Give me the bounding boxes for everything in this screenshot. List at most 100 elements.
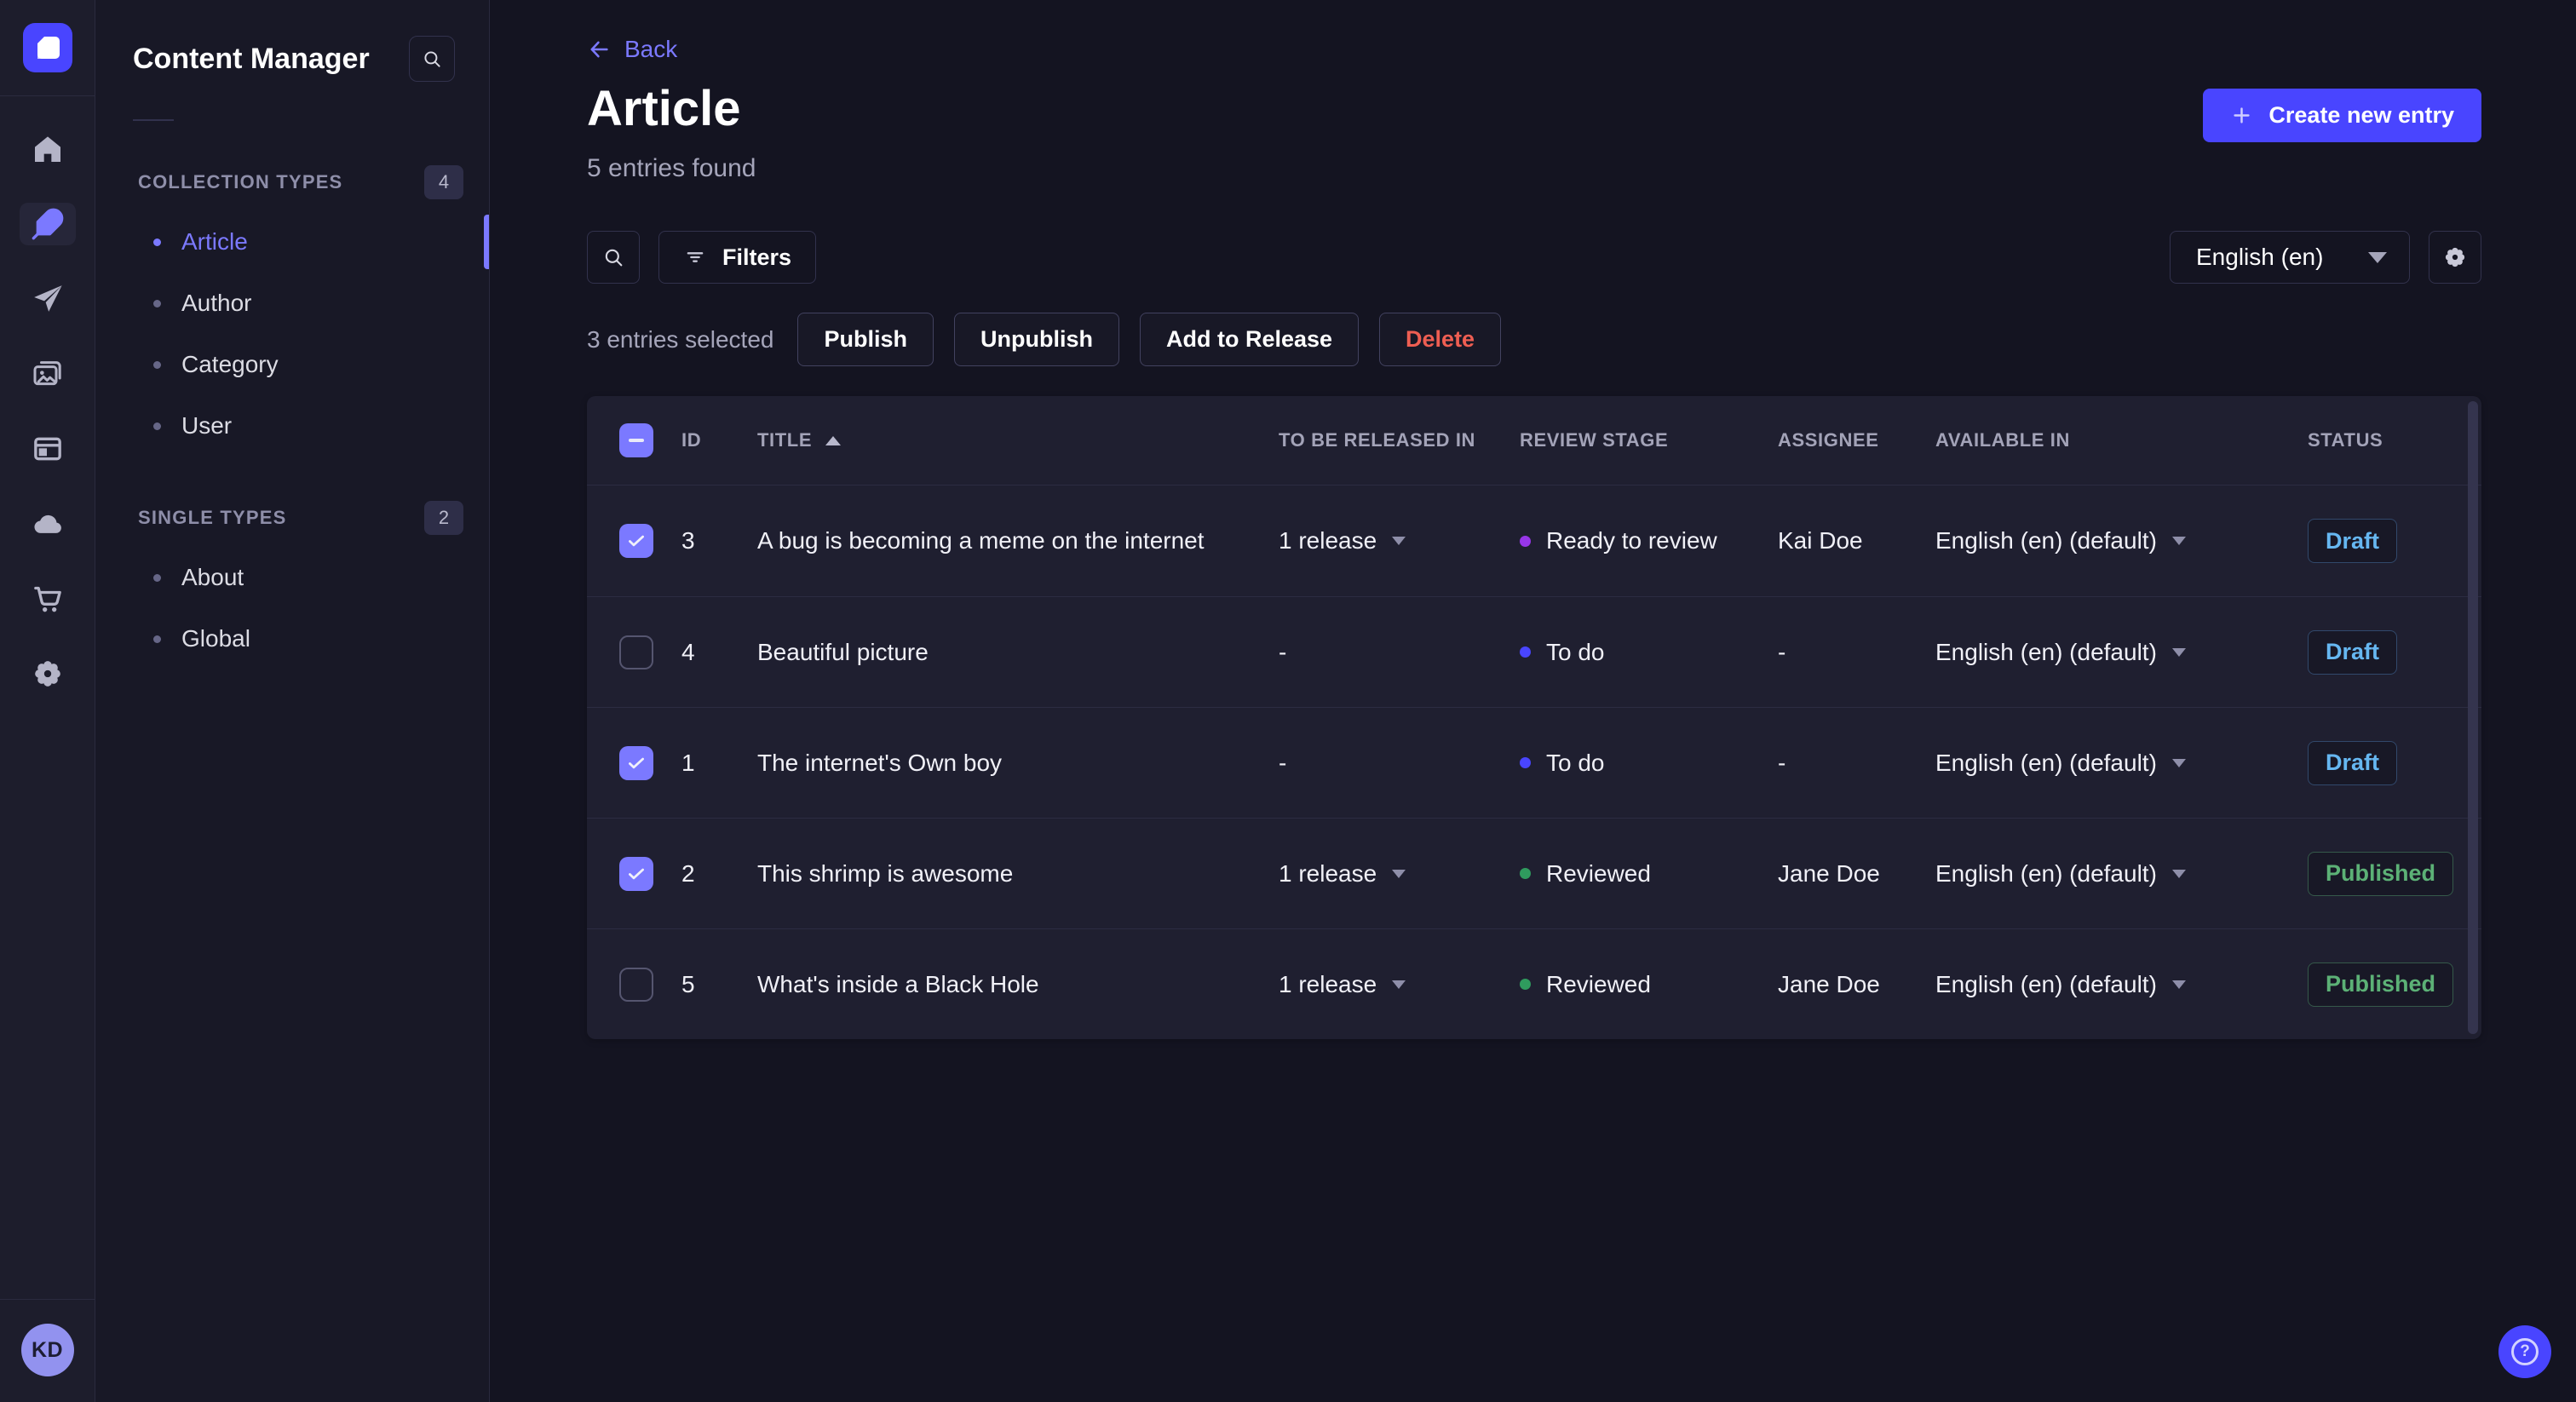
- table-row[interactable]: 4 Beautiful picture - To do - English (e…: [587, 596, 2481, 707]
- selection-count: 3 entries selected: [587, 325, 774, 353]
- releases-icon[interactable]: [0, 261, 95, 336]
- row-locale-cell[interactable]: English (en) (default): [1935, 860, 2308, 888]
- locale-select[interactable]: English (en): [2170, 231, 2410, 284]
- table-row[interactable]: 3 A bug is becoming a meme on the intern…: [587, 486, 2481, 596]
- column-header-status[interactable]: STATUS: [2308, 429, 2449, 451]
- chevron-down-icon: [2368, 251, 2387, 263]
- view-settings-button[interactable]: [2429, 231, 2481, 284]
- row-locale-cell[interactable]: English (en) (default): [1935, 639, 2308, 666]
- sidebar-item-label: Article: [181, 228, 248, 255]
- sidebar-item-user[interactable]: User: [95, 395, 489, 457]
- table-row[interactable]: 2 This shrimp is awesome 1 release Revie…: [587, 818, 2481, 928]
- row-checkbox-cell: [619, 745, 681, 780]
- content-type-builder-icon[interactable]: [0, 411, 95, 486]
- row-status-cell: Published: [2308, 851, 2454, 896]
- delete-button[interactable]: Delete: [1379, 313, 1502, 366]
- sidebar-item-author[interactable]: Author: [95, 273, 489, 334]
- filters-label: Filters: [722, 244, 792, 270]
- row-release-cell[interactable]: 1 release: [1279, 860, 1520, 888]
- chevron-down-icon: [1392, 869, 1406, 878]
- stage-dot-icon: [1520, 646, 1531, 658]
- row-release-cell[interactable]: 1 release: [1279, 527, 1520, 554]
- select-all-checkbox[interactable]: [619, 423, 653, 457]
- column-header-to-be-released-in[interactable]: TO BE RELEASED IN: [1279, 429, 1520, 451]
- sidebar-item-global[interactable]: Global: [95, 608, 489, 669]
- sidebar-item-article[interactable]: Article: [95, 211, 489, 273]
- settings-gear-icon[interactable]: [0, 636, 95, 711]
- row-locale-cell[interactable]: English (en) (default): [1935, 527, 2308, 554]
- row-locale-cell[interactable]: English (en) (default): [1935, 971, 2308, 998]
- publish-button[interactable]: Publish: [797, 313, 934, 366]
- locale-value: English (en): [2196, 244, 2324, 270]
- section-count-badge: 4: [424, 165, 463, 199]
- sidebar-item-label: Author: [181, 290, 252, 316]
- row-locale-cell[interactable]: English (en) (default): [1935, 750, 2308, 777]
- row-release-value: -: [1279, 749, 1287, 776]
- content-manager-sidebar: Content Manager COLLECTION TYPES 4 Artic…: [95, 0, 490, 1402]
- row-review-stage: To do: [1520, 639, 1778, 666]
- help-button[interactable]: ?: [2498, 1325, 2551, 1378]
- filter-icon: [687, 252, 704, 262]
- home-icon[interactable]: [0, 112, 95, 187]
- column-header-available-in[interactable]: AVAILABLE IN: [1935, 429, 2308, 451]
- row-status-cell: Draft: [2308, 519, 2449, 563]
- table-scrollbar[interactable]: [2468, 401, 2478, 1034]
- sidebar-item-category[interactable]: Category: [95, 334, 489, 395]
- table-row[interactable]: 5 What's inside a Black Hole 1 release R…: [587, 928, 2481, 1039]
- chevron-down-icon: [2171, 537, 2186, 545]
- gear-icon: [2445, 247, 2465, 267]
- sidebar-item-about[interactable]: About: [95, 547, 489, 608]
- column-header-assignee[interactable]: ASSIGNEE: [1778, 429, 1935, 451]
- row-checkbox[interactable]: [619, 856, 653, 891]
- status-badge: Draft: [2308, 629, 2398, 675]
- row-checkbox[interactable]: [619, 967, 653, 1002]
- deploy-cloud-icon[interactable]: [0, 486, 95, 561]
- table-search-button[interactable]: [587, 231, 640, 284]
- row-checkbox[interactable]: [619, 524, 653, 558]
- nav-rail: KD: [0, 0, 95, 1402]
- sidebar-search-button[interactable]: [409, 36, 455, 82]
- row-checkbox[interactable]: [619, 635, 653, 669]
- page-title: Article: [587, 81, 741, 136]
- row-release-cell[interactable]: -: [1279, 750, 1520, 777]
- header-checkbox-cell: [619, 423, 681, 457]
- row-title: Beautiful picture: [757, 638, 929, 665]
- content-manager-icon[interactable]: [0, 187, 95, 261]
- row-release-cell[interactable]: -: [1279, 639, 1520, 666]
- toolbar-left: Filters: [587, 231, 817, 284]
- unpublish-button[interactable]: Unpublish: [953, 313, 1119, 366]
- marketplace-cart-icon[interactable]: [0, 561, 95, 636]
- add-to-release-button[interactable]: Add to Release: [1139, 313, 1360, 366]
- row-review-stage: Reviewed: [1520, 860, 1778, 888]
- sidebar-sections: COLLECTION TYPES 4 Article Author Catego…: [95, 165, 489, 669]
- row-id: 5: [681, 970, 695, 997]
- sidebar-title: Content Manager: [133, 42, 370, 75]
- selection-bar: 3 entries selected Publish Unpublish Add…: [587, 313, 2481, 366]
- back-label: Back: [624, 36, 678, 62]
- stage-dot-icon: [1520, 757, 1531, 768]
- media-library-icon[interactable]: [0, 336, 95, 411]
- entries-count: 5 entries found: [587, 154, 756, 182]
- table-body: 3 A bug is becoming a meme on the intern…: [587, 486, 2481, 1039]
- column-header-title[interactable]: TITLE: [757, 429, 1279, 451]
- back-link[interactable]: Back: [587, 36, 677, 63]
- row-assignee: Jane Doe: [1778, 970, 1880, 997]
- column-header-review-stage[interactable]: REVIEW STAGE: [1520, 429, 1778, 451]
- table-row[interactable]: 1 The internet's Own boy - To do - Engli…: [587, 707, 2481, 818]
- sidebar-item-label: Category: [181, 351, 279, 377]
- strapi-logo[interactable]: [22, 23, 72, 72]
- row-title: The internet's Own boy: [757, 749, 1003, 776]
- chevron-down-icon: [2171, 869, 2186, 878]
- user-avatar[interactable]: KD: [20, 1324, 74, 1376]
- row-stage-value: Ready to review: [1546, 527, 1717, 554]
- filters-button[interactable]: Filters: [658, 231, 817, 284]
- row-release-cell[interactable]: 1 release: [1279, 971, 1520, 998]
- bullet-icon: [153, 360, 161, 369]
- row-id: 2: [681, 859, 695, 887]
- search-icon: [424, 51, 440, 67]
- column-header-id[interactable]: ID: [681, 429, 757, 451]
- row-checkbox[interactable]: [619, 745, 653, 780]
- create-new-entry-button[interactable]: Create new entry: [2203, 89, 2481, 142]
- row-checkbox-cell: [619, 524, 681, 558]
- chevron-down-icon: [1392, 537, 1406, 545]
